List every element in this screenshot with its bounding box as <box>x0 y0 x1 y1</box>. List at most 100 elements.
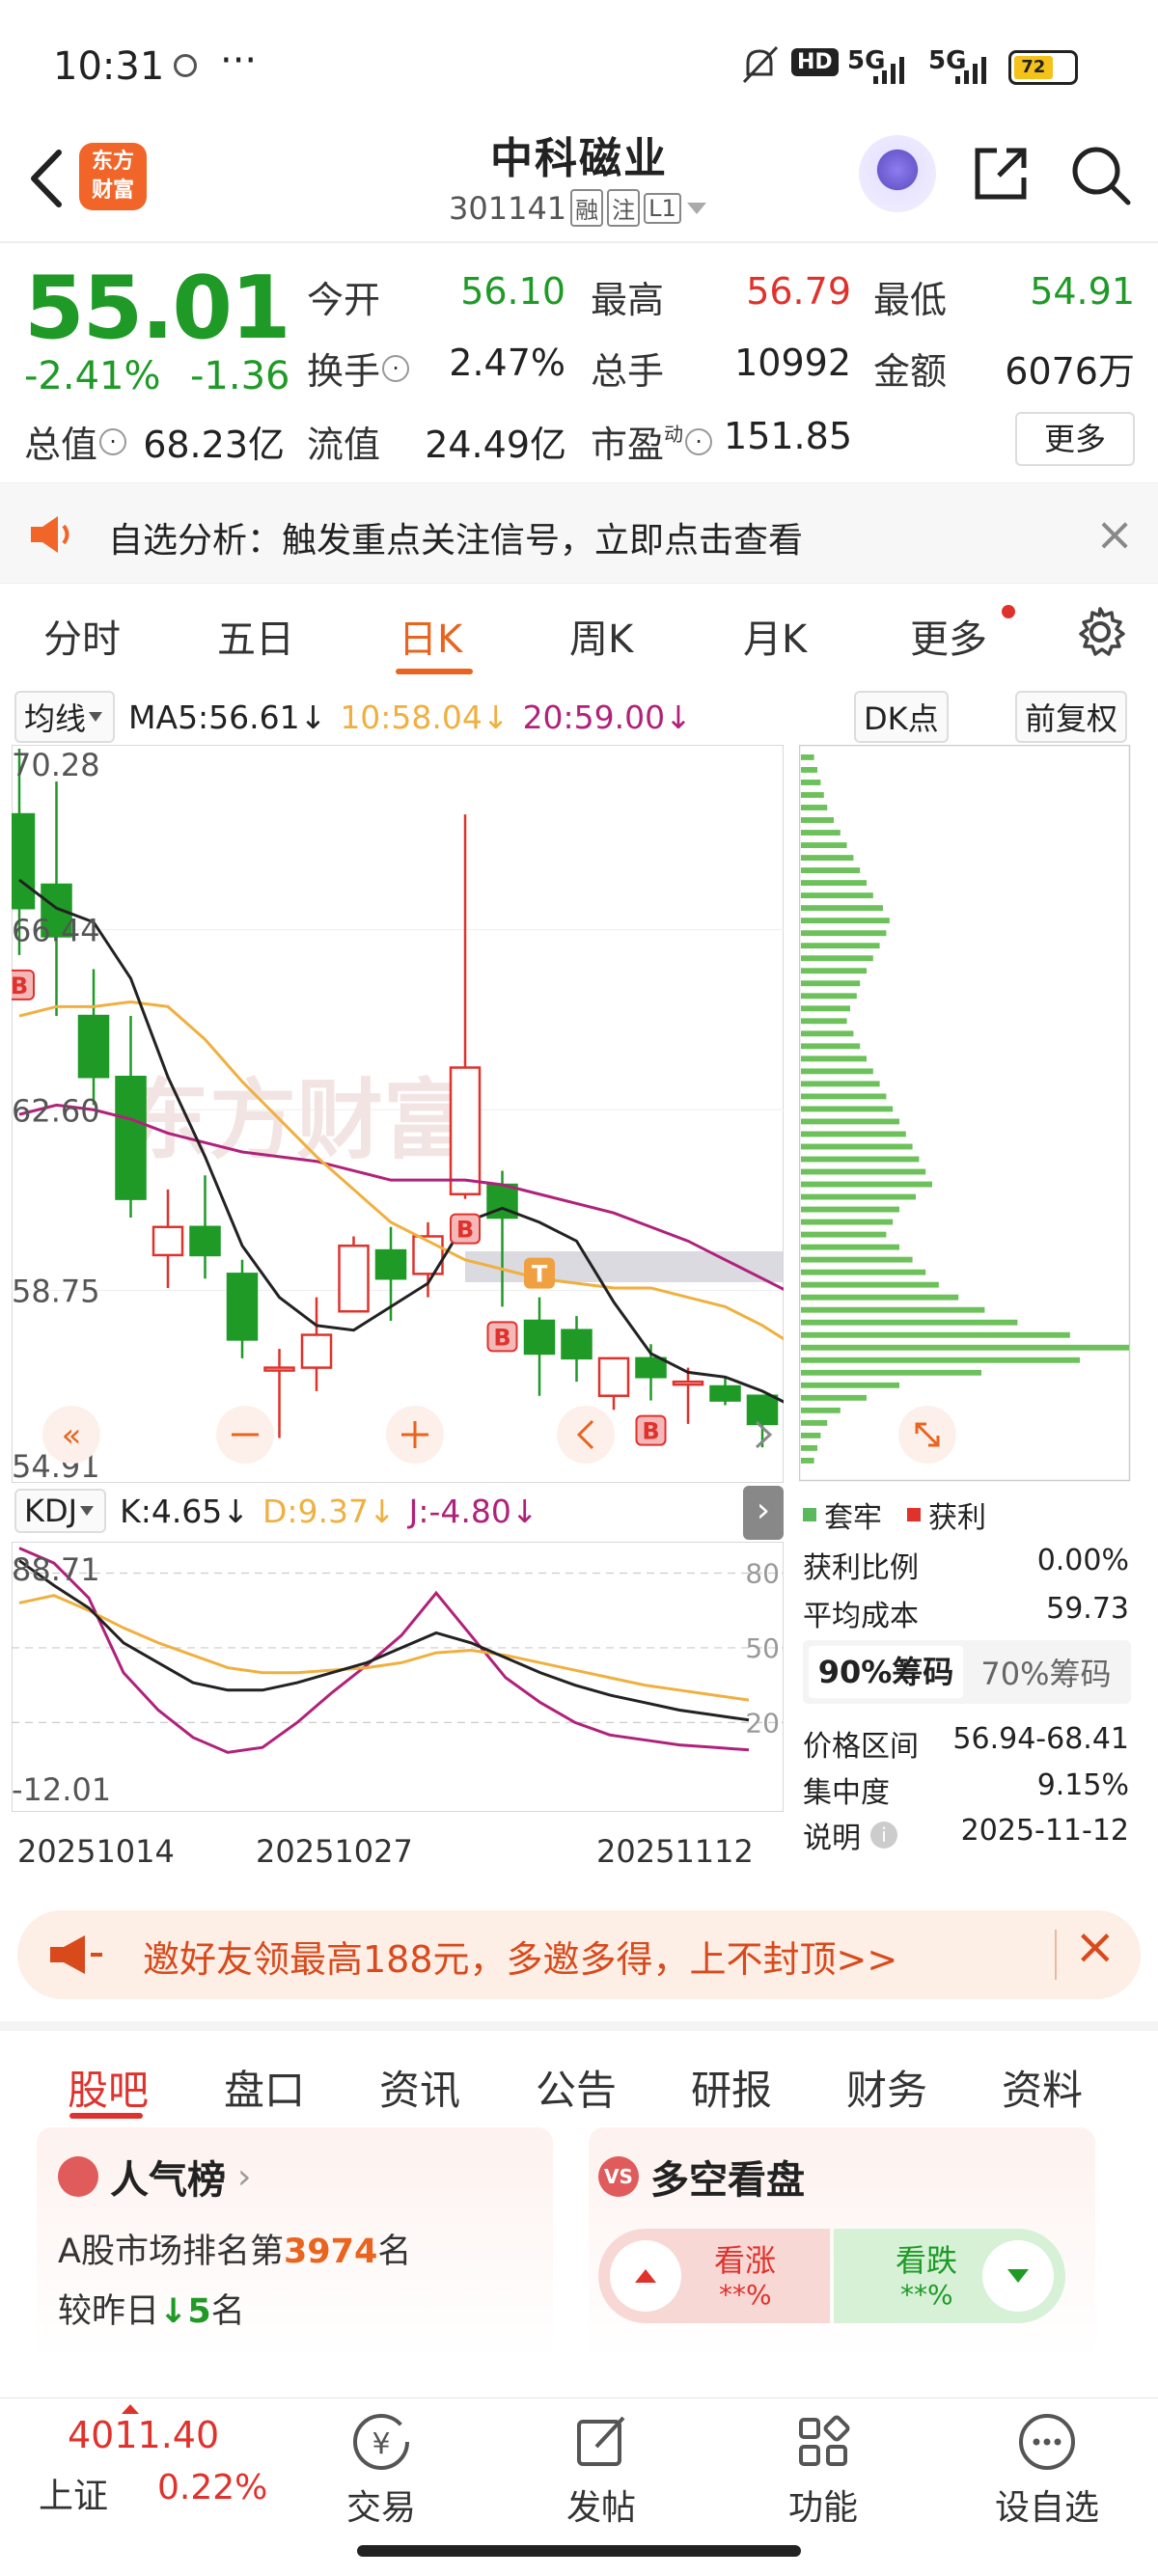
watermark: 东方财富 <box>123 1070 470 1171</box>
indicator-selector[interactable]: 均线 <box>14 691 116 743</box>
float-value: 24.49亿 <box>425 424 566 466</box>
more-circle-icon <box>1019 2414 1075 2470</box>
tab-profile[interactable]: 资料 <box>1002 2058 1083 2117</box>
chip-bar <box>801 767 817 773</box>
chevron-right-icon: › <box>237 2156 252 2197</box>
megaphone-icon <box>50 1935 102 1974</box>
candle-body <box>300 1333 333 1369</box>
date-label-start: 20251014 <box>17 1833 175 1870</box>
tab-70-chips[interactable]: 70%筹码 <box>969 1650 1123 1694</box>
chip-bar <box>801 1331 1070 1338</box>
chip-bar <box>801 918 890 924</box>
kdj-selector[interactable]: KDJ <box>14 1489 107 1533</box>
bear-button[interactable]: 看跌 **% <box>834 2229 1065 2323</box>
candle-body <box>338 1244 370 1313</box>
close-icon[interactable]: × <box>1074 1918 1117 1976</box>
svg-text:«: « <box>62 1416 82 1455</box>
dk-point-button[interactable]: DK点 <box>854 691 949 743</box>
chip-distribution-chart[interactable] <box>799 745 1132 1483</box>
battery-icon: 72 <box>1008 50 1078 85</box>
expand-indicator-button[interactable]: › <box>743 1486 784 1540</box>
tab-90-chips[interactable]: 90%筹码 <box>809 1646 963 1698</box>
index-ticker[interactable]: 4011.40 上证 0.22% <box>0 2398 267 2524</box>
chart-zoom-in-button <box>386 1406 444 1464</box>
stock-code-row[interactable]: 301141 融 注 L1 <box>449 189 708 227</box>
tab-forum[interactable]: 股吧 <box>68 2058 149 2117</box>
popularity-card[interactable]: 人气榜 › A股市场排名第3974名 较昨日↓5名 <box>37 2127 553 2359</box>
share-icon[interactable] <box>970 143 1032 205</box>
bullbear-header: VS 多空看盘 <box>598 2149 805 2205</box>
mute-icon <box>742 45 779 84</box>
search-icon[interactable] <box>1068 143 1132 206</box>
chip-bar <box>801 1168 926 1175</box>
chip-bar <box>801 1005 850 1012</box>
rank-text: A股市场排名第3974名 <box>58 2233 412 2271</box>
tab-five-day[interactable]: 五日 <box>217 608 294 664</box>
chip-bar <box>801 842 847 848</box>
candle-body <box>449 1066 482 1195</box>
chip-bar <box>801 980 861 987</box>
profit-ratio-label: 获利比例 <box>803 1551 919 1585</box>
tab-weekly-k[interactable]: 周K <box>569 608 633 664</box>
axis-label-top: 70.28 <box>12 747 100 783</box>
nav-add-watchlist[interactable]: 设自选 <box>984 2408 1110 2530</box>
chip-bar <box>801 1219 894 1225</box>
kdj-level-label: 50 <box>745 1632 780 1664</box>
trapped-swatch <box>803 1508 816 1521</box>
tab-research[interactable]: 研报 <box>691 2058 772 2117</box>
tab-daily-k[interactable]: 日K <box>399 608 462 664</box>
nav-trade[interactable]: ¥ 交易 <box>328 2408 434 2530</box>
float-label: 流值 <box>307 424 381 466</box>
chip-bar <box>801 1306 985 1313</box>
volume-label: 总手 <box>591 350 665 393</box>
chip-bar <box>801 1369 981 1376</box>
axis-label-2: 66.44 <box>12 913 100 949</box>
open-value: 56.10 <box>460 270 565 313</box>
kline-chart[interactable]: 东方财富 BBBTB 70.2866.4462.6058.7554.91 « <box>12 745 784 1483</box>
chip-bar <box>801 1407 841 1413</box>
invite-banner[interactable]: 邀好友领最高188元，多邀多得，上不封顶>> × <box>17 1910 1141 1999</box>
tab-orderbook[interactable]: 盘口 <box>224 2058 305 2117</box>
adjust-mode-button[interactable]: 前复权 <box>1015 691 1128 743</box>
chip-bar <box>801 1294 959 1301</box>
chip-bar <box>801 1081 880 1087</box>
signal-icon-2 <box>955 57 986 84</box>
tab-news[interactable]: 资讯 <box>379 2058 460 2117</box>
notice-text: 自选分析：触发重点关注信号，立即点击查看 <box>108 521 804 561</box>
kdj-chart[interactable]: 88.71 -12.01 80 50 20 <box>12 1542 784 1812</box>
tab-more[interactable]: 更多 <box>910 608 987 664</box>
bull-bear-card[interactable]: VS 多空看盘 看涨 **% 看跌 **% <box>589 2127 1095 2359</box>
tab-intraday[interactable]: 分时 <box>43 608 121 664</box>
up-tick-icon <box>122 2404 139 2414</box>
ai-assistant-avatar[interactable] <box>859 135 936 212</box>
close-icon[interactable]: × <box>1095 507 1134 562</box>
grid-apps-icon <box>799 2415 850 2466</box>
note-label-wrap[interactable]: 说明 i <box>803 1814 897 1856</box>
tab-monthly-k[interactable]: 月K <box>743 608 807 664</box>
chip-bar <box>801 943 880 949</box>
chip-bar <box>801 880 867 887</box>
nav-functions[interactable]: 功能 <box>770 2408 876 2530</box>
chip-bar <box>801 855 854 861</box>
nav-post[interactable]: 发帖 <box>548 2408 654 2530</box>
kdj-j-value: J:-4.80↓ <box>408 1492 538 1530</box>
candle-body <box>12 812 36 910</box>
chip-bar <box>801 993 857 1000</box>
chip-bar <box>801 892 873 899</box>
chip-bar <box>801 955 873 962</box>
settings-gear-icon[interactable] <box>1073 605 1127 659</box>
notice-bar[interactable]: 自选分析：触发重点关注信号，立即点击查看 × <box>0 482 1158 584</box>
ma20-value: 20:59.00↓ <box>522 698 692 736</box>
note-date: 2025-11-12 <box>960 1814 1129 1848</box>
kdj-level-label: 20 <box>745 1707 780 1739</box>
change-percent: -2.41% <box>24 354 161 398</box>
more-quote-button[interactable]: 更多 <box>1015 412 1135 466</box>
low-value: 54.91 <box>1030 270 1135 313</box>
tab-financials[interactable]: 财务 <box>846 2058 927 2117</box>
hd-badge: HD <box>791 48 839 76</box>
low-label: 最低 <box>873 279 948 321</box>
tab-announcements[interactable]: 公告 <box>536 2058 617 2117</box>
bull-button[interactable]: 看涨 **% <box>598 2229 830 2323</box>
chip-bar <box>801 1231 887 1238</box>
chip-bar <box>801 1419 828 1426</box>
